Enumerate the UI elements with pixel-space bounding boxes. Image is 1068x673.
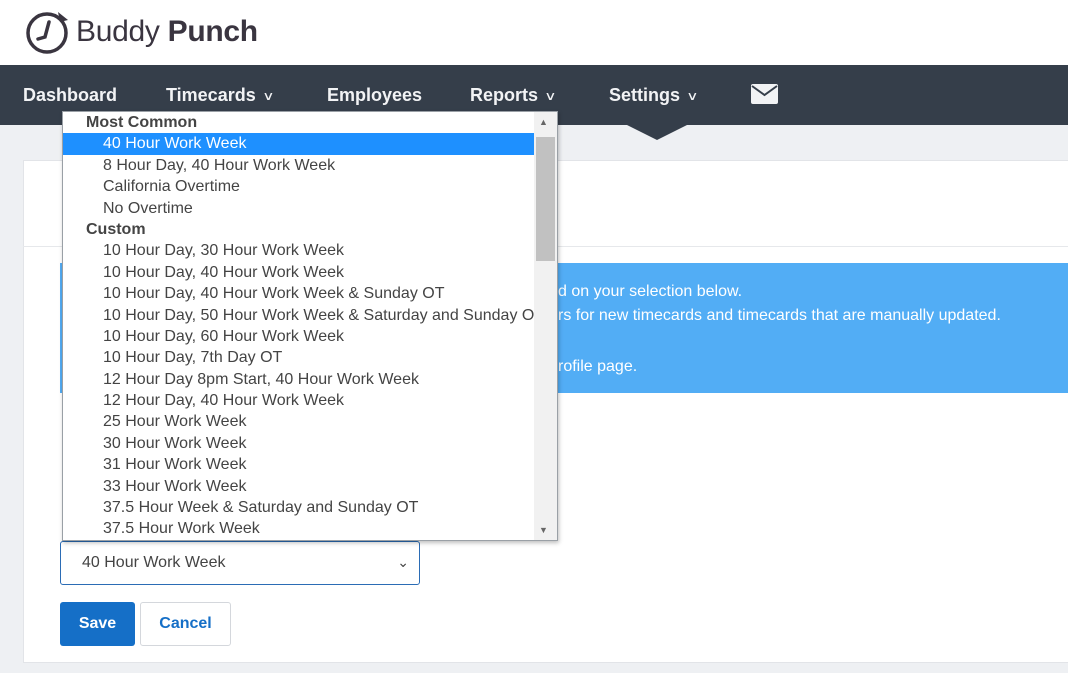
cancel-button[interactable]: Cancel [140, 602, 231, 646]
nav-employees[interactable]: Employees [327, 85, 422, 106]
nav-timecards[interactable]: Timecards ∨ [166, 85, 275, 106]
dropdown-option[interactable]: 10 Hour Day, 40 Hour Work Week [63, 262, 534, 283]
nav-label: Settings [609, 85, 681, 105]
save-button[interactable]: Save [60, 602, 135, 646]
nav-label: Employees [327, 85, 423, 105]
dropdown-option[interactable]: 10 Hour Day, 40 Hour Work Week & Sunday … [63, 283, 534, 304]
dropdown-option[interactable]: 31 Hour Work Week [63, 454, 534, 475]
chevron-down-icon: ∨ [261, 88, 275, 103]
overtime-rule-select[interactable]: 40 Hour Work Week ⌄ [60, 541, 420, 585]
dropdown-option[interactable]: 37.5 Hour Work Week [63, 518, 534, 539]
dropdown-option[interactable]: 12 Hour Day 8pm Start, 40 Hour Work Week [63, 369, 534, 390]
dropdown-option[interactable]: 30 Hour Work Week [63, 433, 534, 454]
dropdown-option[interactable]: 10 Hour Day, 30 Hour Work Week [63, 240, 534, 261]
chevron-down-icon: ⌄ [397, 554, 409, 570]
nav-dashboard[interactable]: Dashboard [23, 85, 117, 106]
scroll-up-arrow-icon[interactable]: ▲ [539, 117, 548, 127]
overtime-rule-listbox[interactable]: Most Common 40 Hour Work Week 8 Hour Day, … [62, 111, 558, 541]
nav-settings[interactable]: Settings ∨ [609, 85, 699, 106]
alert-line: d on your selection below. [558, 283, 743, 300]
dropdown-option[interactable]: 33 Hour Work Week [63, 476, 534, 497]
dropdown-option[interactable]: 10 Hour Day, 60 Hour Work Week [63, 326, 534, 347]
chevron-down-icon: ∨ [544, 88, 557, 103]
nav-reports[interactable]: Reports ∨ [470, 85, 557, 106]
chevron-down-icon: ∨ [686, 88, 699, 103]
nav-label: Dashboard [23, 85, 118, 105]
header: Buddy Punch [0, 0, 1068, 65]
nav-label: Reports [470, 85, 539, 105]
option-group-label: Most Common [86, 114, 198, 131]
scroll-down-arrow-icon[interactable]: ▼ [539, 525, 548, 535]
dropdown-option[interactable]: California Overtime [63, 176, 534, 197]
alert-line: rofile page. [558, 358, 638, 375]
dropdown-option[interactable]: 12 Hour Day, 40 Hour Work Week [63, 390, 534, 411]
select-value: 40 Hour Work Week [82, 554, 226, 571]
clock-logo-icon [26, 12, 68, 54]
dropdown-option[interactable]: 37.5 Hour Week & Saturday and Sunday OT [63, 497, 534, 518]
scrollbar-thumb[interactable] [536, 137, 555, 261]
active-nav-indicator [627, 125, 687, 140]
option-group-label: Custom [86, 220, 146, 238]
scrollbar[interactable]: ▲ ▼ [534, 112, 557, 540]
dropdown-option[interactable]: 40 Hour Work Week [63, 133, 534, 155]
buddy-punch-logo[interactable]: Buddy Punch [24, 8, 258, 56]
alert-line: rs for new timecards and timecards that … [558, 307, 1001, 324]
logo-text-light: Buddy [76, 15, 160, 48]
dropdown-option[interactable]: 10 Hour Day, 50 Hour Work Week & Saturda… [63, 305, 544, 326]
logo-text-bold: Punch [167, 15, 258, 48]
nav-label: Timecards [166, 85, 256, 105]
dropdown-option[interactable]: 25 Hour Work Week [63, 411, 534, 432]
dropdown-option[interactable]: 8 Hour Day, 40 Hour Work Week [63, 155, 534, 176]
envelope-icon[interactable] [751, 84, 778, 104]
dropdown-option[interactable]: No Overtime [63, 198, 534, 219]
dropdown-option[interactable]: 10 Hour Day, 7th Day OT [63, 347, 534, 368]
